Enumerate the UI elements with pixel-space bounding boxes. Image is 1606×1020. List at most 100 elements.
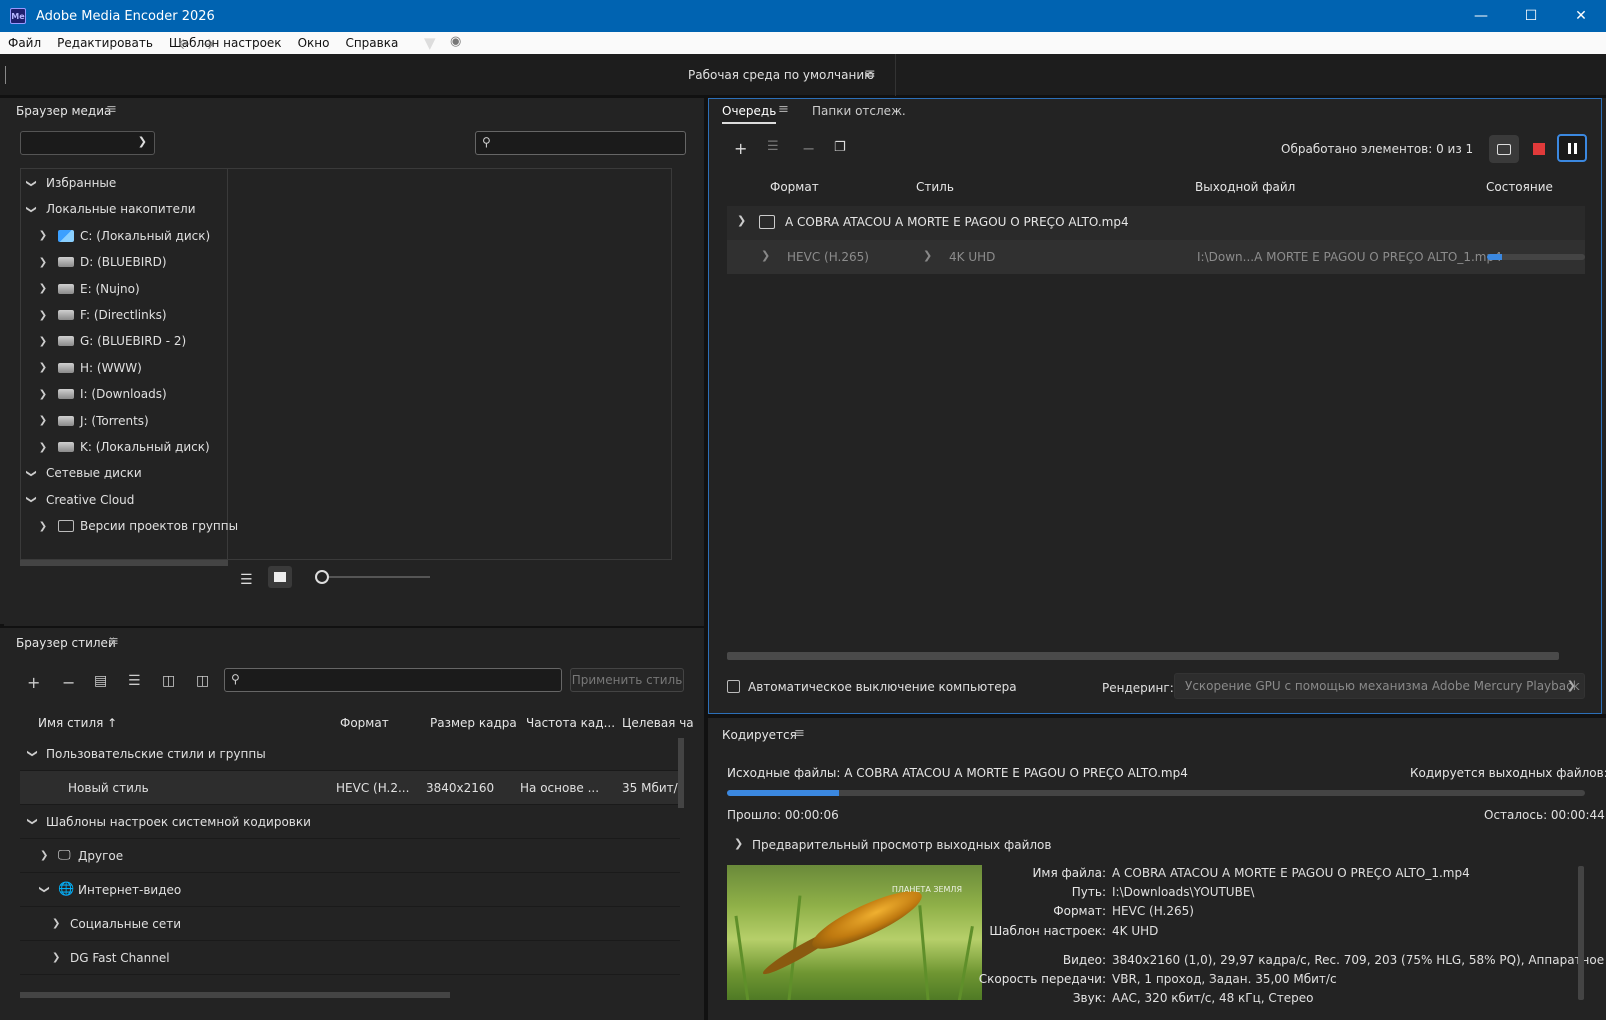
col-output-file[interactable]: Выходной файл	[1195, 180, 1295, 194]
style-group-row[interactable]: ❯ Социальные сети	[20, 907, 680, 941]
style-preset-row[interactable]: Новый стиль HEVC (H.2... 3840x2160 На основ…	[20, 771, 684, 805]
chevron-right-icon[interactable]: ❯	[40, 850, 48, 861]
tree-item[interactable]: ❯ Локальные накопители	[24, 198, 196, 220]
chevron-right-icon[interactable]: ❯	[36, 442, 50, 453]
queue-horizontal-scrollbar[interactable]	[727, 652, 1559, 660]
output-preset[interactable]: 4K UHD	[949, 250, 995, 264]
chevron-down-icon[interactable]: ❯	[27, 749, 38, 757]
media-search-input[interactable]	[502, 134, 679, 152]
forward-arrow-icon[interactable]: 🡢	[202, 34, 214, 59]
remove-item-icon[interactable]: −	[802, 139, 815, 158]
menu-file[interactable]: Файл	[0, 36, 49, 50]
media-browser-menu-icon[interactable]	[106, 102, 117, 117]
col-target[interactable]: Целевая ча	[622, 716, 694, 730]
encoding-menu-icon[interactable]	[794, 726, 805, 741]
auto-shutdown-checkbox[interactable]	[727, 680, 740, 693]
menu-window[interactable]: Окно	[290, 36, 338, 50]
chevron-right-icon[interactable]: ❯	[36, 310, 50, 321]
media-content-area[interactable]	[228, 168, 672, 560]
tree-item[interactable]: ❯ Сетевые диски	[24, 462, 142, 484]
tree-item[interactable]: ❯ I: (Downloads)	[36, 383, 167, 405]
style-group-row[interactable]: ❯ DG Fast Channel	[20, 941, 680, 975]
preview-section-label[interactable]: Предварительный просмотр выходных файлов	[752, 838, 1051, 852]
col-frame-rate[interactable]: Частота кад...	[526, 716, 615, 730]
tree-item[interactable]: ❯ Creative Cloud	[24, 489, 135, 511]
chevron-right-icon[interactable]: ❯	[36, 415, 50, 426]
location-dropdown[interactable]: ❯	[20, 131, 155, 155]
style-settings-icon[interactable]: ☰	[128, 673, 141, 689]
tab-queue[interactable]: Очередь	[722, 104, 777, 124]
duplicate-style-icon[interactable]: ◫	[162, 673, 175, 689]
chevron-down-icon[interactable]: ❯	[26, 493, 37, 507]
icon-view-button[interactable]	[268, 566, 292, 588]
chevron-right-icon[interactable]: ❯	[36, 362, 50, 373]
chevron-right-icon[interactable]: ❯	[36, 283, 50, 294]
format-dropdown-icon[interactable]: ❯	[761, 249, 770, 262]
menu-edit[interactable]: Редактировать	[49, 36, 161, 50]
tree-item[interactable]: ❯ Версии проектов группы	[36, 515, 238, 537]
chevron-down-icon[interactable]: ❯	[26, 466, 37, 480]
preset-dropdown-icon[interactable]: ❯	[923, 249, 932, 262]
apply-style-button[interactable]: Применить стиль	[570, 668, 684, 692]
col-format[interactable]: Формат	[340, 716, 389, 730]
stop-queue-button[interactable]	[1524, 135, 1554, 163]
tree-horizontal-scrollbar[interactable]	[20, 560, 228, 566]
tree-item[interactable]: ❯ K: (Локальный диск)	[36, 436, 210, 458]
chevron-right-icon[interactable]: ❯	[36, 521, 50, 532]
slider-knob[interactable]	[315, 570, 329, 584]
workspace-label[interactable]: Рабочая среда по умолчанию	[688, 68, 874, 82]
tree-item[interactable]: ❯ J: (Torrents)	[36, 410, 149, 432]
chevron-right-icon[interactable]: ❯	[36, 389, 50, 400]
col-preset[interactable]: Стиль	[916, 180, 954, 194]
queue-menu-icon[interactable]	[778, 102, 789, 117]
style-group-row[interactable]: ❯ Шаблоны настроек системной кодировки	[20, 805, 680, 839]
thumbnail-zoom-slider[interactable]	[315, 570, 430, 584]
eye-icon[interactable]: ◉	[450, 34, 461, 49]
import-style-icon[interactable]: ◫	[196, 673, 209, 689]
chevron-right-icon[interactable]: ❯	[52, 918, 60, 929]
tree-item[interactable]: ❯ E: (Nujno)	[36, 278, 140, 300]
chevron-down-icon[interactable]: ❯	[737, 214, 746, 227]
tree-item[interactable]: ❯ D: (BLUEBIRD)	[36, 251, 167, 273]
chevron-down-icon[interactable]: ❯	[26, 202, 37, 216]
col-frame-size[interactable]: Размер кадра	[430, 716, 517, 730]
chevron-right-icon[interactable]: ❯	[36, 230, 50, 241]
add-source-icon[interactable]: +	[734, 139, 747, 158]
style-group-row[interactable]: ❯ Пользовательские стили и группы	[20, 737, 680, 771]
chevron-right-icon[interactable]: ❯	[36, 336, 50, 347]
output-format[interactable]: HEVC (H.265)	[787, 250, 869, 264]
tab-watch-folders[interactable]: Папки отслеж.	[812, 104, 906, 118]
tree-item[interactable]: ❯ C: (Локальный диск)	[36, 225, 210, 247]
style-group-row[interactable]: ❯ 🌐 Интернет-видео	[20, 873, 680, 907]
queue-source-row[interactable]: ❯ A COBRA ATACOU A MORTE E PAGOU O PREÇO…	[727, 206, 1585, 240]
back-arrow-icon[interactable]: 🡠	[178, 34, 190, 59]
chevron-right-icon[interactable]: ❯	[36, 257, 50, 268]
duplicate-item-icon[interactable]: ❐	[834, 140, 846, 155]
chevron-right-icon[interactable]: ❯	[52, 952, 60, 963]
pause-queue-button[interactable]	[1557, 134, 1587, 162]
tree-item[interactable]: ❯ G: (BLUEBIRD - 2)	[36, 330, 186, 352]
filter-icon[interactable]: ▼	[424, 34, 436, 52]
style-group-row[interactable]: ❯ 🖵 Другое	[20, 839, 680, 873]
chevron-down-icon[interactable]: ❯	[39, 885, 50, 893]
style-search-input[interactable]	[251, 671, 555, 689]
add-output-icon[interactable]: ☰	[767, 139, 779, 154]
chevron-down-icon[interactable]: ❯	[26, 176, 37, 190]
menu-help[interactable]: Справка	[337, 36, 406, 50]
style-search-box[interactable]: ⚲	[224, 668, 562, 692]
queue-output-row[interactable]: ❯ HEVC (H.265) ❯ 4K UHD I:\Down...A MORT…	[727, 240, 1585, 274]
list-view-icon[interactable]: ☰	[240, 572, 253, 588]
media-search-box[interactable]: ⚲	[475, 131, 686, 155]
style-horizontal-scrollbar[interactable]	[20, 992, 450, 998]
output-folder-button[interactable]	[1489, 135, 1519, 163]
chevron-down-icon[interactable]: ❯	[27, 817, 38, 825]
tree-item[interactable]: ❯ H: (WWW)	[36, 357, 142, 379]
col-format[interactable]: Формат	[770, 180, 819, 194]
rendering-select[interactable]: Ускорение GPU с помощью механизма Adobe …	[1174, 673, 1585, 699]
output-file-path[interactable]: I:\Down...A MORTE E PAGOU O PREÇO ALTO_1…	[1197, 250, 1502, 264]
tree-item[interactable]: ❯ F: (Directlinks)	[36, 304, 167, 326]
style-vertical-scrollbar[interactable]	[678, 738, 684, 808]
new-group-icon[interactable]: ▤	[94, 673, 107, 689]
add-style-icon[interactable]: +	[27, 673, 40, 692]
chevron-down-icon[interactable]: ❯	[734, 837, 743, 850]
